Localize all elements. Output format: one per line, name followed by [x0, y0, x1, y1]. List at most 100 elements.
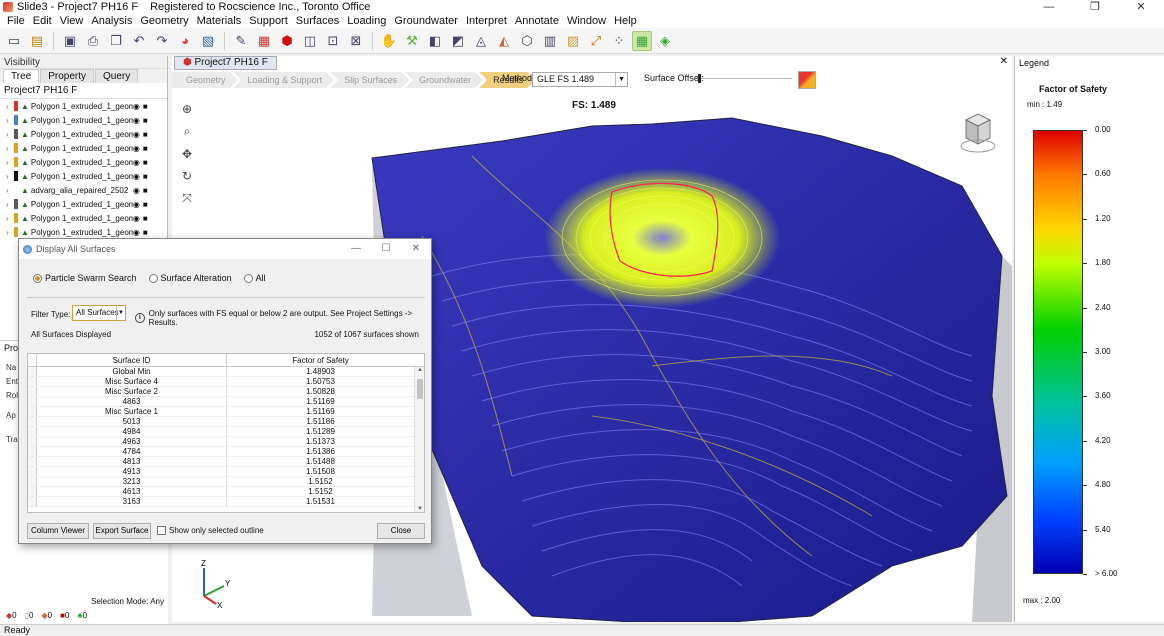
document-tab[interactable]: ⬢ Project7 PH16 F — [174, 56, 277, 70]
eye-icon[interactable]: ◉ — [133, 116, 143, 125]
column-surface-id[interactable]: Surface ID — [37, 354, 227, 366]
table-row[interactable]: 4963 1.51373 — [28, 437, 424, 447]
menu-groundwater[interactable]: Groundwater — [390, 14, 462, 28]
lock-icon[interactable]: ■ — [143, 186, 151, 195]
eye-icon[interactable]: ◉ — [133, 172, 143, 181]
redo-icon[interactable]: ↷ — [152, 31, 172, 51]
scroll-down-icon[interactable]: ▼ — [415, 506, 424, 512]
color-swatch[interactable] — [14, 115, 18, 125]
tree-item[interactable]: › ▲Polygon 1_extruded_1_geom_ex◉■ — [0, 99, 167, 113]
row-header[interactable] — [28, 437, 37, 446]
row-header[interactable] — [28, 457, 37, 466]
open-file-icon[interactable]: ▤ — [27, 31, 47, 51]
menu-view[interactable]: View — [56, 14, 88, 28]
step-slip-surfaces[interactable]: Slip Surfaces — [330, 72, 409, 88]
menu-geometry[interactable]: Geometry — [136, 14, 192, 28]
chevron-right-icon[interactable]: › — [6, 158, 14, 167]
menu-help[interactable]: Help — [610, 14, 641, 28]
compute-icon[interactable]: ⬢ — [277, 31, 297, 51]
selection-mode[interactable]: Selection Mode: Any — [91, 597, 164, 606]
chevron-right-icon[interactable]: › — [6, 214, 14, 223]
tree-item[interactable]: › ▲Polygon 1_extruded_1_geom_ex◉■ — [0, 211, 167, 225]
table-row[interactable]: 4984 1.51289 — [28, 427, 424, 437]
cube-icon[interactable]: ⬡ — [517, 31, 537, 51]
menu-loading[interactable]: Loading — [343, 14, 390, 28]
tool-icon[interactable]: ⚒ — [402, 31, 422, 51]
blocks-icon[interactable]: ▨ — [563, 31, 583, 51]
color-swatch[interactable] — [14, 101, 18, 111]
close-button[interactable]: Close — [377, 523, 425, 539]
eye-icon[interactable]: ◉ — [133, 144, 143, 153]
table-row[interactable]: 3163 1.51531 — [28, 497, 424, 507]
dialog-title-bar[interactable]: Display All Surfaces — ☐ ✕ — [19, 239, 431, 259]
radio-particle-swarm[interactable]: Particle Swarm Search — [33, 273, 137, 283]
menu-interpret[interactable]: Interpret — [462, 14, 511, 28]
row-header[interactable] — [28, 367, 37, 376]
lock-icon[interactable]: ■ — [143, 102, 151, 111]
color-swatch[interactable] — [14, 129, 18, 139]
menu-analysis[interactable]: Analysis — [87, 14, 136, 28]
column-viewer-button[interactable]: Column Viewer — [27, 523, 89, 539]
grid-icon[interactable]: ▥ — [540, 31, 560, 51]
eye-icon[interactable]: ◉ — [133, 228, 143, 237]
eye-icon[interactable]: ◉ — [133, 186, 143, 195]
menu-materials[interactable]: Materials — [193, 14, 246, 28]
row-header[interactable] — [28, 407, 37, 416]
row-header[interactable] — [28, 377, 37, 386]
table-row[interactable]: 4784 1.51386 — [28, 447, 424, 457]
undo-icon[interactable]: ↶ — [129, 31, 149, 51]
layers-icon[interactable]: ◧ — [425, 31, 445, 51]
row-header[interactable] — [28, 417, 37, 426]
tree-item[interactable]: › ▲Polygon 1_extruded_1_geom_ex◉■ — [0, 225, 167, 239]
lock-icon[interactable]: ■ — [143, 130, 151, 139]
tree-item[interactable]: › ▲Polygon 1_extruded_1_geom_ex◉■ — [0, 155, 167, 169]
render-cube-icon[interactable] — [798, 71, 816, 89]
chevron-right-icon[interactable]: › — [6, 228, 14, 237]
chevron-right-icon[interactable]: › — [6, 130, 14, 139]
fit-extents-icon[interactable]: ⤧ — [180, 191, 194, 206]
row-header[interactable] — [28, 497, 37, 506]
row-header[interactable] — [28, 467, 37, 476]
show-outline-checkbox[interactable]: Show only selected outline — [157, 526, 264, 535]
eye-icon[interactable]: ◉ — [133, 102, 143, 111]
lock-icon[interactable]: ■ — [143, 158, 151, 167]
method-select[interactable]: GLE FS 1.489 ▼ — [532, 72, 628, 87]
dialog-close-icon[interactable]: ✕ — [401, 239, 431, 259]
table-row[interactable]: Global Min 1.48903 — [28, 367, 424, 377]
tree-item[interactable]: › ▲Polygon 1_extruded_1_geom_ex◉■ — [0, 113, 167, 127]
image-icon[interactable]: ▧ — [198, 31, 218, 51]
eye-icon[interactable]: ◉ — [133, 200, 143, 209]
axes-icon[interactable]: ⤢ — [586, 31, 606, 51]
minimize-button[interactable]: — — [1026, 0, 1072, 14]
color-swatch[interactable] — [14, 199, 18, 209]
row-header[interactable] — [28, 477, 37, 486]
menu-file[interactable]: File — [3, 14, 29, 28]
column-factor-of-safety[interactable]: Factor of Safety — [227, 354, 414, 366]
tree-item[interactable]: › ▲Polygon 1_extruded_1_geom_ex◉■ — [0, 127, 167, 141]
tree-item[interactable]: › ▲Polygon 1_extruded_1_geom_ex◉■ — [0, 169, 167, 183]
table-row[interactable]: Misc Surface 4 1.50753 — [28, 377, 424, 387]
radio-all[interactable]: All — [243, 273, 266, 283]
hand-icon[interactable]: ✋ — [379, 31, 399, 51]
color-swatch[interactable] — [14, 213, 18, 223]
new-file-icon[interactable]: ▭ — [4, 31, 24, 51]
3d-view-icon[interactable]: ◈ — [655, 31, 675, 51]
table-row[interactable]: 4813 1.51488 — [28, 457, 424, 467]
print-icon[interactable]: ⎙ — [83, 31, 103, 51]
scroll-thumb[interactable] — [417, 379, 423, 399]
lock-icon[interactable]: ■ — [143, 228, 151, 237]
menu-support[interactable]: Support — [245, 14, 292, 28]
row-header[interactable] — [28, 387, 37, 396]
menu-window[interactable]: Window — [563, 14, 610, 28]
chevron-right-icon[interactable]: › — [6, 172, 14, 181]
tab-tree[interactable]: Tree — [3, 69, 40, 83]
zoom-window-icon[interactable]: ⊕ — [180, 102, 194, 116]
tab-property[interactable]: Property — [40, 69, 94, 83]
edit-icon[interactable]: ✎ — [231, 31, 251, 51]
slice-icon[interactable]: ◭ — [494, 31, 514, 51]
points-icon[interactable]: ⁘ — [609, 31, 629, 51]
tree-root[interactable]: Project7 PH16 F — [0, 83, 167, 99]
row-header[interactable] — [28, 427, 37, 436]
table-row[interactable]: 3213 1.5152 — [28, 477, 424, 487]
menu-edit[interactable]: Edit — [29, 14, 56, 28]
